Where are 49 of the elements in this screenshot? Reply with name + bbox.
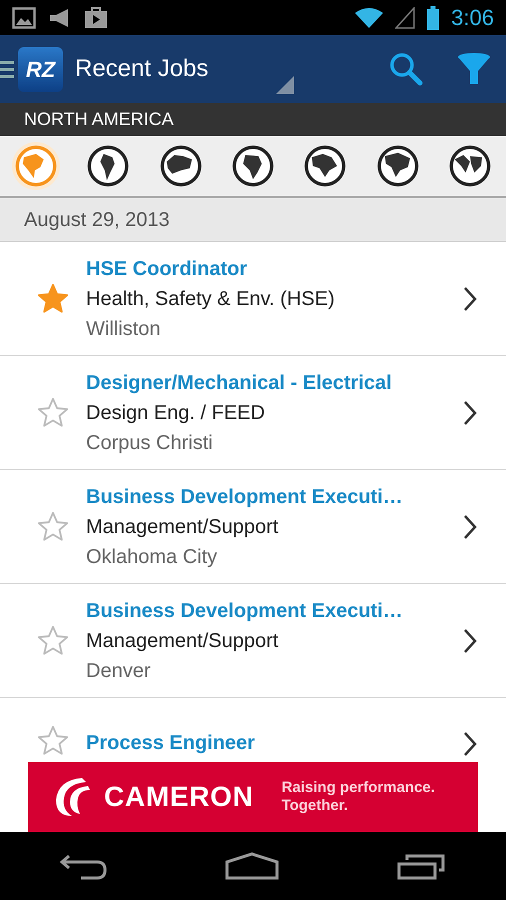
star-icon[interactable] — [36, 624, 70, 658]
image-icon — [12, 6, 36, 28]
job-category: Health, Safety & Env. (HSE) — [86, 286, 336, 312]
star-icon[interactable] — [36, 510, 70, 544]
ad-brand: CAMERON — [104, 780, 254, 814]
job-title: Business Development Executi… — [86, 484, 404, 510]
chevron-right-icon — [462, 626, 478, 654]
signal-icon — [395, 6, 416, 28]
app-logo[interactable]: RZ — [18, 46, 63, 92]
job-location: Williston — [86, 316, 162, 342]
home-icon[interactable] — [225, 852, 279, 880]
menu-icon[interactable] — [0, 58, 14, 80]
globe-icon — [86, 144, 130, 188]
back-icon[interactable] — [59, 852, 107, 880]
screen-title[interactable]: Recent Jobs — [75, 51, 208, 87]
dropdown-corner-icon — [276, 76, 294, 94]
job-location: Denver — [86, 658, 152, 684]
job-location: Oklahoma City — [86, 544, 218, 570]
region-label: NORTH AMERICA — [24, 108, 174, 131]
recent-apps-icon[interactable] — [397, 852, 447, 880]
job-location: Corpus Christi — [86, 430, 214, 456]
job-category: Design Eng. / FEED — [86, 400, 266, 426]
status-time: 3:06 — [451, 4, 494, 32]
chevron-right-icon — [462, 730, 478, 758]
filter-icon — [457, 52, 491, 86]
ad-tagline: Raising performance. Together. — [282, 779, 436, 815]
star-icon[interactable] — [36, 396, 70, 430]
job-category: Management/Support — [86, 514, 280, 540]
battery-icon — [427, 6, 440, 30]
star-icon[interactable] — [36, 282, 70, 316]
chevron-right-icon — [462, 512, 478, 540]
globe-icon — [14, 144, 58, 188]
chevron-right-icon — [462, 284, 478, 312]
briefcase-icon — [84, 6, 108, 28]
date-text: August 29, 2013 — [24, 208, 170, 232]
globe-icon — [303, 144, 348, 188]
job-title: Business Development Executi… — [86, 598, 404, 624]
globe-icon — [158, 144, 203, 188]
ad-banner[interactable]: CAMERON Raising performance. Together. — [28, 762, 478, 832]
search-icon — [388, 51, 424, 87]
job-title: HSE Coordinator — [86, 256, 248, 282]
wifi-icon — [355, 6, 384, 28]
globe-icon — [230, 144, 275, 188]
job-title: Process Engineer — [86, 731, 256, 756]
job-title: Designer/Mechanical - Electrical — [86, 370, 393, 396]
globe-icon — [376, 144, 420, 188]
job-category: Management/Support — [86, 628, 280, 654]
chevron-right-icon — [462, 398, 478, 426]
globe-icon — [448, 144, 492, 188]
